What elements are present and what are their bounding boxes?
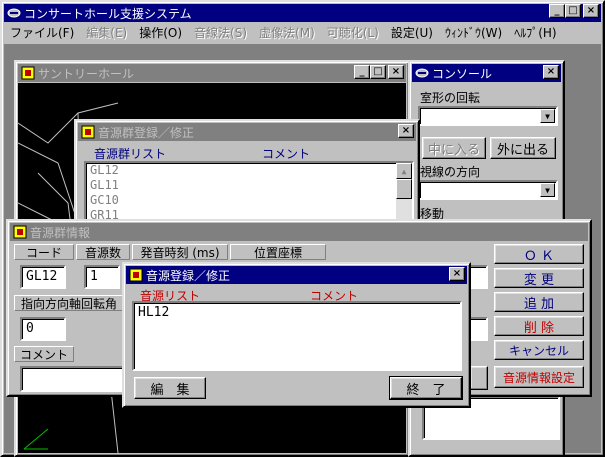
list-item[interactable]: GL11 <box>90 178 408 193</box>
change-button[interactable]: 変 更 <box>494 268 584 288</box>
group-info-titlebar[interactable]: 音源群情報 <box>10 223 588 241</box>
menu-window[interactable]: ｳｨﾝﾄﾞｳ(W) <box>439 24 508 41</box>
list-item[interactable]: HL12 <box>138 305 456 320</box>
group-list-header: 音源群リスト <box>94 147 167 161</box>
position-header: 位置座標 <box>230 244 326 260</box>
menu-edit[interactable]: 編集(E) <box>80 24 133 41</box>
console-title: コンソール <box>432 66 493 81</box>
hall-window-icon <box>21 66 35 80</box>
list-item[interactable]: GC10 <box>90 193 408 208</box>
minimize-button[interactable]: _ <box>549 4 565 18</box>
room-rotation-label: 室形の回転 <box>420 91 481 105</box>
main-titlebar[interactable]: コンサートホール支援システム <box>4 4 601 22</box>
console-close-button[interactable]: × <box>543 65 559 79</box>
dialog-icon <box>13 225 27 239</box>
enter-inside-button[interactable]: 中に入る <box>422 137 486 159</box>
menu-operation[interactable]: 操作(O) <box>133 24 188 41</box>
code-header: コード <box>14 244 74 260</box>
group-edit-titlebar[interactable]: 音源群登録／修正 <box>78 123 416 141</box>
hall-minimize-button[interactable]: _ <box>354 65 370 79</box>
app-title: コンサートホール支援システム <box>24 6 192 21</box>
position-field-1[interactable] <box>468 265 488 289</box>
menu-bar: ファイル(F) 編集(E) 操作(O) 音線法(S) 虚像法(M) 可聴化(L)… <box>4 22 601 42</box>
menu-ray-method[interactable]: 音線法(S) <box>188 24 253 41</box>
count-header: 音源数 <box>76 244 130 260</box>
direction-header: 指向方向軸回転角 <box>14 295 124 311</box>
hall-title: サントリーホール <box>38 66 135 81</box>
comment-header: コメント <box>14 346 74 362</box>
ok-button[interactable]: Ｏ Ｋ <box>494 244 584 264</box>
go-outside-button[interactable]: 外に出る <box>490 137 556 159</box>
list-item[interactable]: GL12 <box>90 163 408 178</box>
menu-auralization[interactable]: 可聴化(L) <box>321 24 385 41</box>
source-edit-titlebar[interactable]: 音源登録／修正 <box>126 266 467 284</box>
view-direction-combo[interactable]: ▼ <box>418 180 558 200</box>
chevron-down-icon[interactable]: ▼ <box>540 109 555 123</box>
menu-file[interactable]: ファイル(F) <box>4 24 80 41</box>
group-comment-header: コメント <box>262 147 311 161</box>
hall-maximize-button[interactable]: □ <box>370 65 386 79</box>
group-edit-dialog: 音源群登録／修正 × 音源群リスト コメント GL12 GL11 GC10 GR… <box>74 119 420 229</box>
scroll-up-icon[interactable]: ▲ <box>396 163 412 179</box>
room-rotation-combo[interactable]: ▼ <box>418 106 558 126</box>
source-listbox[interactable]: HL12 <box>132 301 462 371</box>
code-field[interactable]: GL12 <box>20 265 66 289</box>
delete-button[interactable]: 削 除 <box>494 316 584 336</box>
source-edit-title: 音源登録／修正 <box>146 268 231 283</box>
menu-settings[interactable]: 設定(U) <box>385 24 439 41</box>
console-titlebar[interactable]: コンソール <box>412 64 561 82</box>
direction-field[interactable]: 0 <box>20 317 66 341</box>
close-dialog-button[interactable]: 終 了 <box>389 376 463 400</box>
view-direction-label: 視線の方向 <box>420 165 481 179</box>
console-window-icon <box>415 66 429 80</box>
menu-help[interactable]: ﾍﾙﾌﾟ(H) <box>508 24 562 41</box>
source-edit-close-button[interactable]: × <box>449 267 465 281</box>
small-button[interactable] <box>470 366 488 390</box>
app-icon <box>7 6 21 20</box>
add-button[interactable]: 追 加 <box>494 292 584 312</box>
position-field-2[interactable] <box>468 317 488 341</box>
group-info-title: 音源群情報 <box>30 225 91 240</box>
hall-titlebar[interactable]: サントリーホール <box>18 64 406 82</box>
group-list-scrollbar[interactable]: ▲ <box>396 163 412 227</box>
count-field[interactable]: 1 <box>84 265 120 289</box>
chevron-down-icon[interactable]: ▼ <box>540 183 555 197</box>
time-header: 発音時刻 (ms) <box>132 244 228 260</box>
group-edit-title: 音源群登録／修正 <box>98 125 195 140</box>
edit-button[interactable]: 編 集 <box>134 377 206 399</box>
cancel-button[interactable]: キャンセル <box>494 340 584 360</box>
group-edit-close-button[interactable]: × <box>398 124 414 138</box>
hall-close-button[interactable]: × <box>388 65 404 79</box>
menu-image-method[interactable]: 虚像法(M) <box>253 24 321 41</box>
source-edit-dialog: 音源登録／修正 × 音源リスト コメント HL12 編 集 終 了 <box>122 262 471 408</box>
scroll-thumb[interactable] <box>396 179 412 199</box>
dialog-icon <box>81 125 95 139</box>
maximize-button[interactable]: □ <box>565 4 581 18</box>
source-setting-button[interactable]: 音源情報設定 <box>494 366 584 388</box>
dialog-icon <box>129 268 143 282</box>
close-button[interactable]: × <box>583 4 599 18</box>
